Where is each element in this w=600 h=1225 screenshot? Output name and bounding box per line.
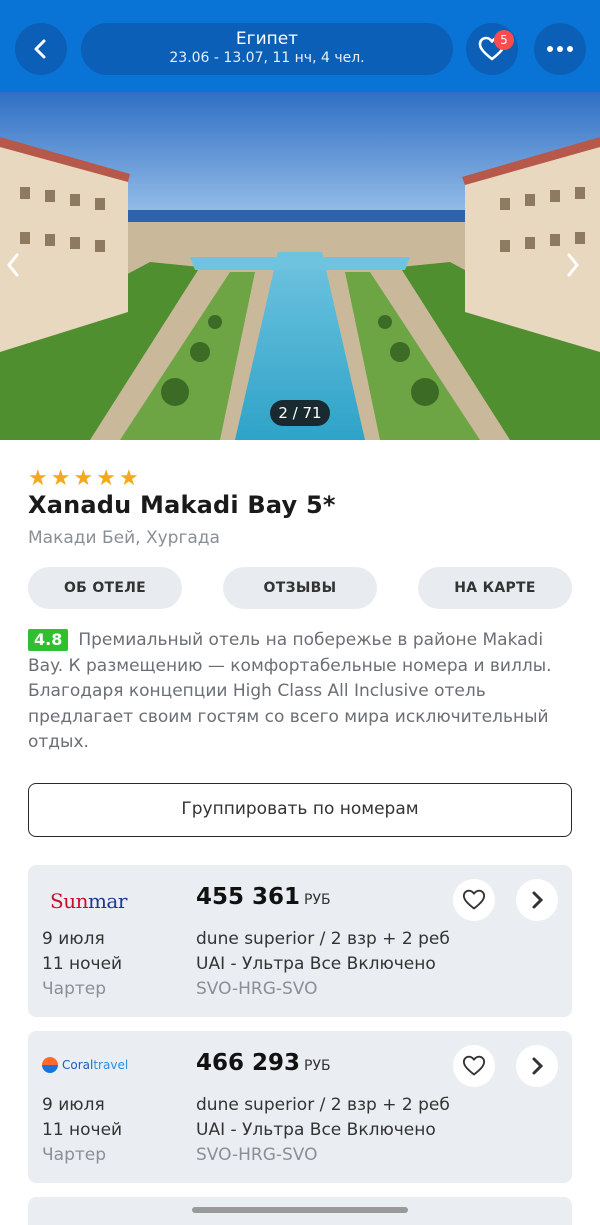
- hotel-photo: [0, 92, 600, 440]
- favorites-button[interactable]: 5: [466, 23, 518, 75]
- rating-badge: 4.8: [28, 629, 69, 651]
- offer-details: dune superior / 2 взр + 2 реб UAI - Ульт…: [196, 1095, 450, 1165]
- search-params-label: 23.06 - 13.07, 11 нч, 4 чел.: [169, 50, 365, 66]
- offer-details: dune superior / 2 взр + 2 реб UAI - Ульт…: [196, 929, 450, 999]
- top-bar: Египет 23.06 - 13.07, 11 нч, 4 чел. 5: [0, 0, 600, 92]
- open-offer-button[interactable]: [516, 879, 558, 921]
- star-icon: ★: [73, 466, 94, 491]
- description-text: Премиальный отель на побережье в районе …: [28, 630, 552, 752]
- star-icon: ★: [118, 466, 139, 491]
- more-options-button[interactable]: [534, 23, 586, 75]
- add-to-favorites-button[interactable]: [453, 879, 495, 921]
- star-icon: ★: [50, 466, 71, 491]
- hotel-location: Макади Бей, Хургада: [28, 528, 220, 548]
- offer-price: 466 293 РУБ: [196, 1050, 331, 1076]
- heart-icon: [462, 1055, 486, 1076]
- gallery-next-button[interactable]: [565, 252, 595, 282]
- hotel-description: 4.8 Премиальный отель на побережье в райо…: [28, 628, 576, 756]
- back-button[interactable]: [15, 23, 67, 75]
- tab-map[interactable]: НА КАРТЕ: [418, 567, 572, 609]
- offer-dates: 9 июля 11 ночей Чартер: [42, 929, 123, 999]
- add-to-favorites-button[interactable]: [453, 1045, 495, 1087]
- offer-price: 455 361 РУБ: [196, 884, 331, 910]
- tour-offer-card[interactable]: Coraltravel 466 293 РУБ 9 июля 11 ночей Ч…: [28, 1031, 572, 1183]
- hotel-photo-gallery[interactable]: 2 / 71: [0, 92, 600, 440]
- heart-icon: [462, 889, 486, 910]
- tab-about-hotel[interactable]: ОБ ОТЕЛЕ: [28, 567, 182, 609]
- star-icon: ★: [28, 466, 48, 491]
- chevron-right-icon: [532, 891, 544, 909]
- chevron-right-icon: [567, 253, 579, 277]
- search-summary-pill[interactable]: Египет 23.06 - 13.07, 11 нч, 4 чел.: [81, 23, 453, 75]
- gallery-counter: 2 / 71: [270, 400, 330, 426]
- star-icon: ★: [96, 466, 116, 491]
- hotel-tabs: ОБ ОТЕЛЕ ОТЗЫВЫ НА КАРТЕ: [28, 567, 572, 609]
- star-rating: ★ ★ ★ ★ ★: [28, 468, 139, 490]
- home-indicator: [192, 1207, 408, 1213]
- tab-reviews[interactable]: ОТЗЫВЫ: [223, 567, 377, 609]
- chevron-left-icon: [34, 39, 46, 59]
- operator-logo-sunmar: Sunmar: [50, 889, 127, 913]
- more-dots-icon: [547, 46, 573, 52]
- chevron-left-icon: [7, 253, 19, 277]
- tour-offer-card[interactable]: Sunmar 455 361 РУБ 9 июля 11 ночей Чартер…: [28, 865, 572, 1017]
- open-offer-button[interactable]: [516, 1045, 558, 1087]
- favorites-count-badge: 5: [494, 30, 514, 50]
- offer-dates: 9 июля 11 ночей Чартер: [42, 1095, 123, 1165]
- gallery-prev-button[interactable]: [5, 252, 35, 282]
- hotel-name: Xanadu Makadi Bay 5*: [28, 491, 336, 519]
- operator-logo-coraltravel: Coraltravel: [42, 1057, 128, 1073]
- destination-label: Египет: [235, 29, 299, 49]
- group-by-rooms-button[interactable]: Группировать по номерам: [28, 783, 572, 837]
- chevron-right-icon: [532, 1057, 544, 1075]
